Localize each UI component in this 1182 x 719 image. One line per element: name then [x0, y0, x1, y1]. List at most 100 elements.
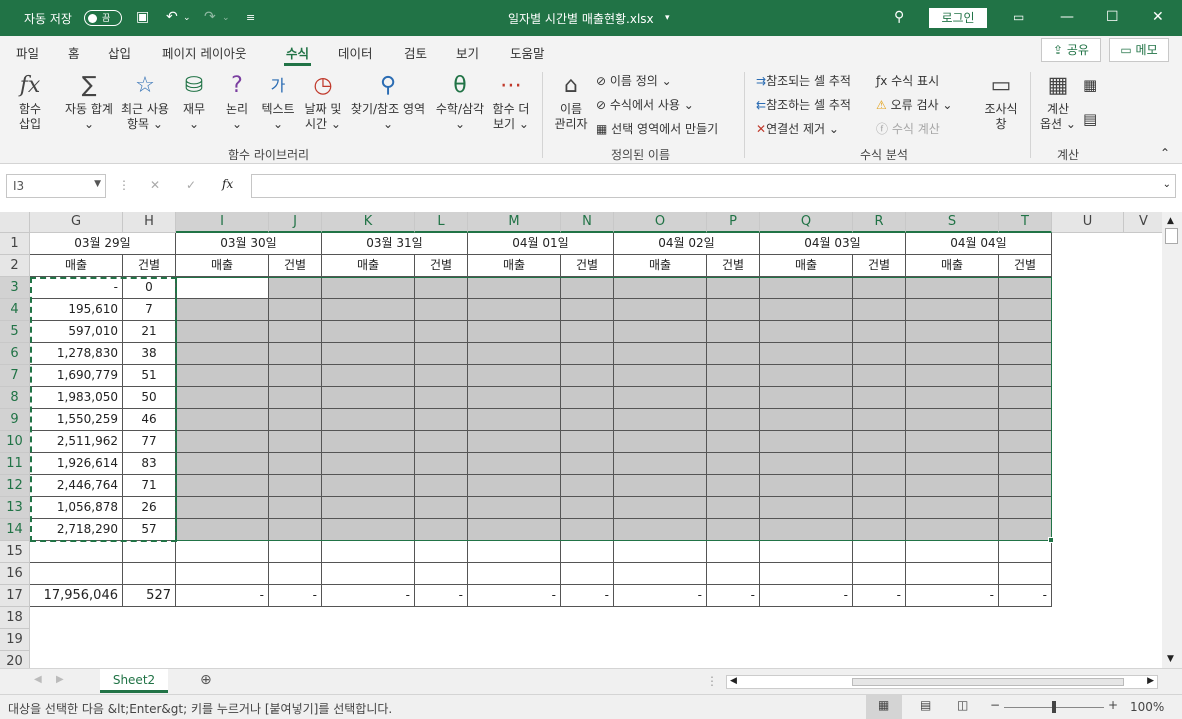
- minimize-icon[interactable]: —: [1060, 9, 1074, 25]
- error-checking-button[interactable]: ⚠ 오류 검사 ⌄: [876, 96, 952, 113]
- row-header-12[interactable]: 12: [0, 475, 30, 497]
- lookup-reference-button[interactable]: ⚲ 찾기/참조 영역 ⌄: [346, 72, 430, 132]
- undo-icon[interactable]: ↶: [166, 9, 178, 25]
- column-header-n[interactable]: N: [561, 212, 614, 233]
- date-header[interactable]: 04월 01일: [468, 233, 614, 255]
- column-header-k[interactable]: K: [322, 212, 415, 233]
- maximize-icon[interactable]: ☐: [1106, 9, 1119, 25]
- row-header-20[interactable]: 20: [0, 651, 30, 668]
- row-header-9[interactable]: 9: [0, 409, 30, 431]
- zoom-level[interactable]: 100%: [1130, 700, 1164, 714]
- insert-function-button[interactable]: fx 함수 삽입: [10, 72, 50, 132]
- create-from-selection-button[interactable]: ▦ 선택 영역에서 만들기: [596, 120, 718, 137]
- empty-cell[interactable]: [707, 563, 760, 585]
- row-header-1[interactable]: 1: [0, 233, 30, 255]
- insert-function-icon[interactable]: fx: [222, 177, 233, 191]
- column-header-q[interactable]: Q: [760, 212, 853, 233]
- next-sheet-icon[interactable]: ▶: [56, 674, 64, 685]
- empty-cell[interactable]: [322, 541, 415, 563]
- row-header-8[interactable]: 8: [0, 387, 30, 409]
- scroll-left-icon[interactable]: ◀: [730, 676, 737, 686]
- count-header[interactable]: 건별: [707, 255, 760, 277]
- empty-cell[interactable]: [999, 563, 1052, 585]
- tab-review[interactable]: 검토: [404, 43, 427, 62]
- calculation-options-button[interactable]: ▦ 계산 옵션 ⌄: [1036, 72, 1080, 132]
- count-header[interactable]: 건별: [853, 255, 906, 277]
- formula-input[interactable]: ⌄: [251, 174, 1176, 198]
- sales-header[interactable]: 매출: [906, 255, 999, 277]
- search-icon[interactable]: ⚲: [894, 9, 904, 25]
- sales-header[interactable]: 매출: [176, 255, 269, 277]
- remove-arrows-button[interactable]: ✕연결선 제거 ⌄: [756, 120, 839, 137]
- row-header-6[interactable]: 6: [0, 343, 30, 365]
- save-icon[interactable]: ▣: [136, 9, 149, 25]
- total-dash-cell[interactable]: -: [561, 585, 614, 607]
- row-header-11[interactable]: 11: [0, 453, 30, 475]
- row-header-13[interactable]: 13: [0, 497, 30, 519]
- row-header-3[interactable]: 3: [0, 277, 30, 299]
- date-header[interactable]: 04월 03일: [760, 233, 906, 255]
- select-all-corner[interactable]: [0, 212, 30, 233]
- empty-cell[interactable]: [269, 563, 322, 585]
- total-dash-cell[interactable]: -: [760, 585, 853, 607]
- recently-used-button[interactable]: ☆ 최근 사용 항목 ⌄: [118, 72, 172, 132]
- count-header[interactable]: 건별: [561, 255, 614, 277]
- sales-header[interactable]: 매출: [468, 255, 561, 277]
- empty-cell[interactable]: [614, 541, 707, 563]
- tab-split-handle[interactable]: ⋮: [706, 674, 718, 688]
- date-time-button[interactable]: ◷ 날짜 및 시간 ⌄: [300, 72, 346, 132]
- prev-sheet-icon[interactable]: ◀: [34, 674, 42, 685]
- show-formulas-button[interactable]: ƒx 수식 표시: [876, 72, 939, 89]
- add-sheet-icon[interactable]: ⊕: [200, 672, 212, 688]
- empty-cell[interactable]: [468, 563, 561, 585]
- row-header-7[interactable]: 7: [0, 365, 30, 387]
- total-dash-cell[interactable]: -: [906, 585, 999, 607]
- page-layout-view-icon[interactable]: ▤: [920, 698, 931, 712]
- column-header-j[interactable]: J: [269, 212, 322, 233]
- column-header-s[interactable]: S: [906, 212, 999, 233]
- count-header[interactable]: 건별: [123, 255, 176, 277]
- name-manager-button[interactable]: ⌂ 이름 관리자: [550, 72, 592, 132]
- empty-cell[interactable]: [176, 541, 269, 563]
- row-header-15[interactable]: 15: [0, 541, 30, 563]
- date-header[interactable]: 04월 04일: [906, 233, 1052, 255]
- page-break-view-icon[interactable]: ◫: [957, 698, 968, 712]
- empty-cell[interactable]: [760, 563, 853, 585]
- date-header[interactable]: 03월 31일: [322, 233, 468, 255]
- row-header-14[interactable]: 14: [0, 519, 30, 541]
- row-header-17[interactable]: 17: [0, 585, 30, 607]
- vertical-scrollbar[interactable]: ▲ ▼: [1162, 212, 1182, 668]
- empty-cell[interactable]: [853, 563, 906, 585]
- row-header-5[interactable]: 5: [0, 321, 30, 343]
- column-header-i[interactable]: I: [176, 212, 269, 233]
- trace-dependents-button[interactable]: ⇇참조하는 셀 추적: [756, 96, 851, 113]
- redo-icon[interactable]: ↷: [204, 9, 216, 25]
- empty-cell[interactable]: [707, 541, 760, 563]
- close-icon[interactable]: ✕: [1152, 9, 1164, 25]
- cancel-icon[interactable]: ✕: [150, 178, 160, 192]
- tab-formulas[interactable]: 수식: [283, 43, 312, 66]
- total-dash-cell[interactable]: -: [176, 585, 269, 607]
- column-header-t[interactable]: T: [999, 212, 1052, 233]
- count-header[interactable]: 건별: [269, 255, 322, 277]
- column-header-o[interactable]: O: [614, 212, 707, 233]
- scroll-down-icon[interactable]: ▼: [1167, 654, 1174, 664]
- empty-cell[interactable]: [415, 563, 468, 585]
- autosave-toggle[interactable]: 끔: [84, 10, 122, 26]
- empty-cell[interactable]: [760, 541, 853, 563]
- name-box-dropdown-icon[interactable]: ▼: [94, 179, 101, 189]
- login-button[interactable]: 로그인: [929, 8, 987, 28]
- use-in-formula-button[interactable]: ⊘ 수식에서 사용 ⌄: [596, 96, 694, 113]
- sales-header[interactable]: 매출: [614, 255, 707, 277]
- empty-cell[interactable]: [468, 541, 561, 563]
- empty-cell[interactable]: [123, 541, 176, 563]
- column-header-u[interactable]: U: [1052, 212, 1124, 233]
- row-header-4[interactable]: 4: [0, 299, 30, 321]
- total-dash-cell[interactable]: -: [853, 585, 906, 607]
- financial-button[interactable]: ⛁ 재무 ⌄: [176, 72, 212, 132]
- empty-cell[interactable]: [415, 541, 468, 563]
- empty-cell[interactable]: [123, 563, 176, 585]
- redo-dropdown-icon[interactable]: ⌄: [222, 13, 230, 23]
- more-functions-button[interactable]: ⋯ 함수 더 보기 ⌄: [488, 72, 534, 132]
- count-header[interactable]: 건별: [999, 255, 1052, 277]
